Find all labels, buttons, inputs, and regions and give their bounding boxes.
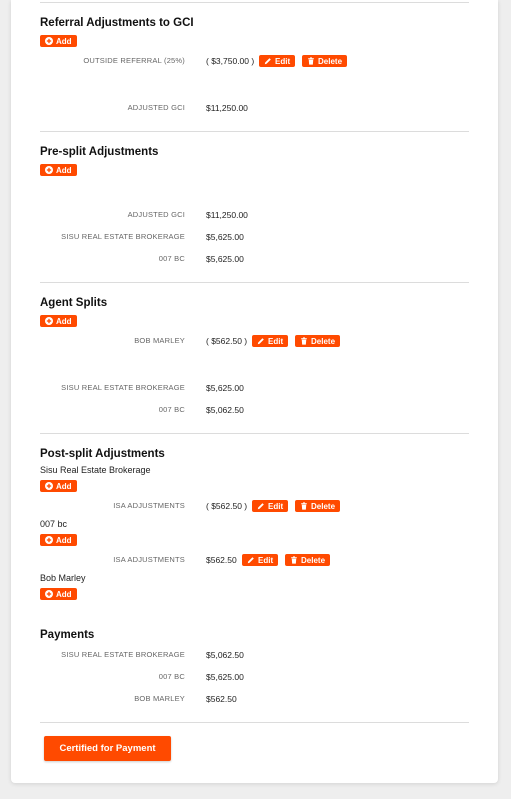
add-referral-button[interactable]: Add	[40, 35, 77, 47]
delete-postsplit-brokerage-button[interactable]: Delete	[295, 500, 341, 512]
delete-label: Delete	[318, 56, 343, 66]
add-label: Add	[56, 535, 72, 545]
row-value: $5,062.50	[206, 650, 244, 660]
certified-for-payment-button[interactable]: Certified for Payment	[44, 736, 171, 761]
group-name: 007 bc	[40, 519, 68, 529]
trash-icon	[301, 502, 307, 510]
edit-label: Edit	[268, 336, 284, 346]
divider	[40, 433, 469, 434]
row-value: $5,062.50	[206, 405, 244, 415]
add-label: Add	[56, 481, 72, 491]
pencil-icon	[257, 503, 264, 510]
section-title-agent-splits: Agent Splits	[40, 297, 108, 309]
row-label: OUTSIDE REFERRAL (25%)	[83, 56, 185, 65]
add-label: Add	[56, 36, 72, 46]
section-title-postsplit: Post-split Adjustments	[40, 448, 165, 460]
row-value: $5,625.00	[206, 383, 244, 393]
group-name: Bob Marley	[40, 573, 86, 583]
plus-circle-icon	[45, 536, 53, 544]
trash-icon	[301, 337, 307, 345]
delete-agent-split-button[interactable]: Delete	[295, 335, 341, 347]
row-value: $5,625.00	[206, 232, 244, 242]
section-title-referral: Referral Adjustments to GCI	[40, 17, 194, 29]
row-label: ADJUSTED GCI	[127, 103, 185, 112]
row-label: BOB MARLEY	[134, 694, 185, 703]
row-label: SISU REAL ESTATE BROKERAGE	[61, 383, 185, 392]
row-label: SISU REAL ESTATE BROKERAGE	[61, 650, 185, 659]
row-value: ( $562.50 )	[206, 336, 248, 346]
divider	[40, 722, 469, 723]
pencil-icon	[257, 338, 264, 345]
add-postsplit-bobmarley-button[interactable]: Add	[40, 588, 77, 600]
delete-referral-button[interactable]: Delete	[302, 55, 348, 67]
row-label: BOB MARLEY	[134, 336, 185, 345]
edit-label: Edit	[268, 501, 284, 511]
edit-label: Edit	[258, 555, 274, 565]
plus-circle-icon	[45, 317, 53, 325]
row-value: $562.50	[206, 555, 237, 565]
row-label: 007 BC	[158, 672, 185, 681]
row-label: SISU REAL ESTATE BROKERAGE	[61, 232, 185, 241]
trash-icon	[308, 57, 314, 65]
plus-circle-icon	[45, 590, 53, 598]
divider	[40, 2, 469, 3]
pencil-icon	[247, 557, 254, 564]
row-value: ( $3,750.00 )	[206, 56, 255, 66]
row-label: 007 BC	[158, 254, 185, 263]
add-agent-split-button[interactable]: Add	[40, 315, 77, 327]
row-value: $11,250.00	[206, 210, 248, 220]
edit-label: Edit	[275, 56, 291, 66]
row-label: ADJUSTED GCI	[127, 210, 185, 219]
plus-circle-icon	[45, 166, 53, 174]
divider	[40, 131, 469, 132]
row-label: 007 BC	[158, 405, 185, 414]
group-name: Sisu Real Estate Brokerage	[40, 465, 151, 475]
plus-circle-icon	[45, 482, 53, 490]
delete-label: Delete	[311, 501, 336, 511]
row-value: ( $562.50 )	[206, 501, 248, 511]
row-value: $5,625.00	[206, 672, 244, 682]
add-label: Add	[56, 165, 72, 175]
delete-postsplit-007bc-button[interactable]: Delete	[285, 554, 331, 566]
add-postsplit-brokerage-button[interactable]: Add	[40, 480, 77, 492]
edit-postsplit-brokerage-button[interactable]: Edit	[252, 500, 289, 512]
row-label: ISA ADJUSTMENTS	[113, 501, 185, 510]
add-postsplit-007bc-button[interactable]: Add	[40, 534, 77, 546]
delete-label: Delete	[311, 336, 336, 346]
row-value: $11,250.00	[206, 103, 248, 113]
edit-postsplit-007bc-button[interactable]: Edit	[242, 554, 279, 566]
section-title-payments: Payments	[40, 629, 95, 641]
add-label: Add	[56, 589, 72, 599]
plus-circle-icon	[45, 37, 53, 45]
divider	[40, 282, 469, 283]
delete-label: Delete	[301, 555, 326, 565]
add-label: Add	[56, 316, 72, 326]
pencil-icon	[264, 58, 271, 65]
row-value: $562.50	[206, 694, 237, 704]
add-presplit-button[interactable]: Add	[40, 164, 77, 176]
edit-referral-button[interactable]: Edit	[259, 55, 296, 67]
row-label: ISA ADJUSTMENTS	[113, 555, 185, 564]
row-value: $5,625.00	[206, 254, 244, 264]
edit-agent-split-button[interactable]: Edit	[252, 335, 289, 347]
trash-icon	[291, 556, 297, 564]
section-title-presplit: Pre-split Adjustments	[40, 146, 159, 158]
